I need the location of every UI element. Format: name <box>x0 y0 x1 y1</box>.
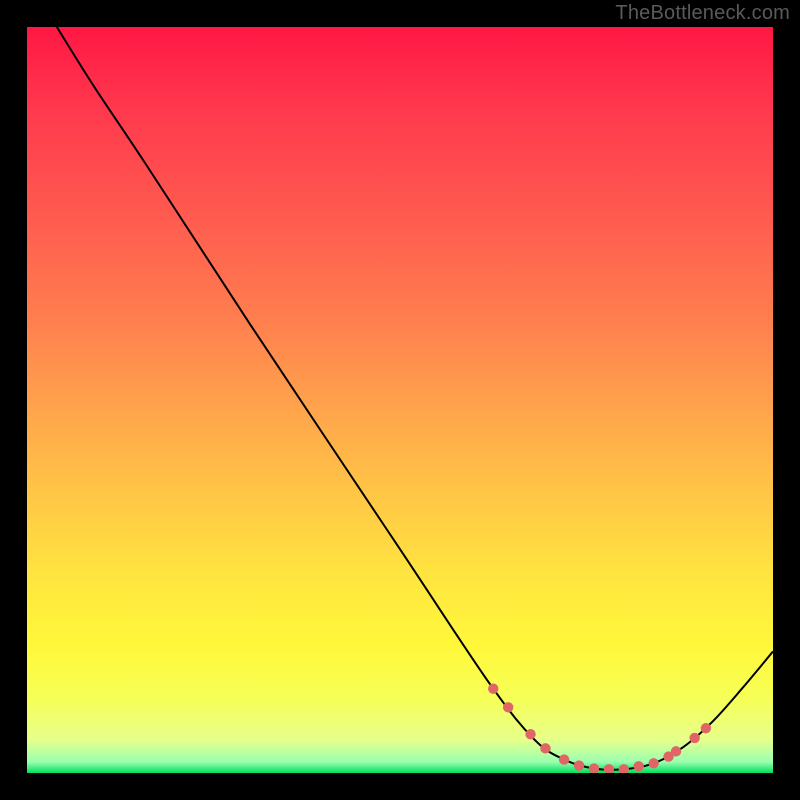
curve-dot <box>503 702 513 712</box>
chart-frame: TheBottleneck.com <box>0 0 800 800</box>
curve-dot <box>634 761 644 771</box>
curve-dot <box>689 733 699 743</box>
plot-area <box>27 27 773 773</box>
curve-dot <box>540 743 550 753</box>
curve-dot <box>525 729 535 739</box>
curve-dot <box>574 760 584 770</box>
watermark-label: TheBottleneck.com <box>615 2 790 25</box>
curve-dot <box>559 754 569 764</box>
curve-dot <box>648 758 658 768</box>
chart-svg <box>27 27 773 773</box>
curve-dot <box>488 684 498 694</box>
curve-dot <box>671 746 681 756</box>
curve-dot <box>701 723 711 733</box>
gradient-background <box>27 27 773 773</box>
